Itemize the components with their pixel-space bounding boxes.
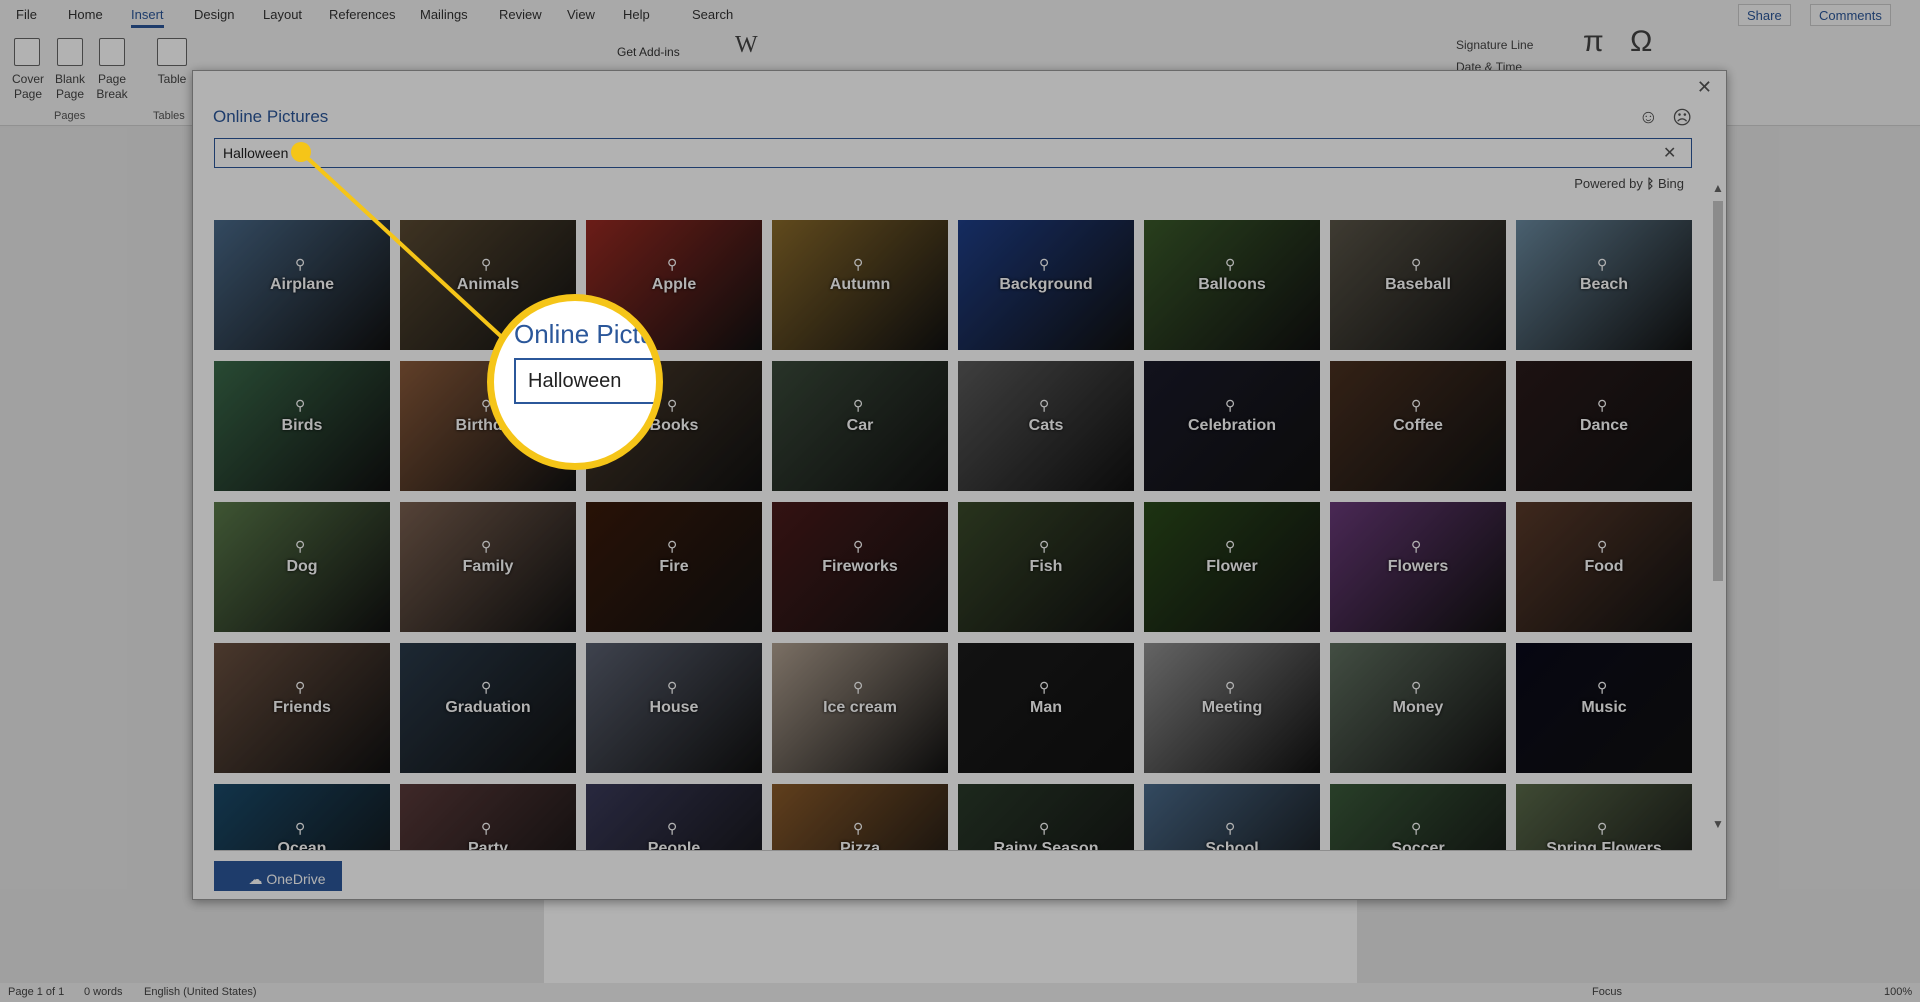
magnifier-callout: Online Pictu Halloween [487,294,663,470]
callout-title: Online Pictu [514,319,655,349]
callout-line [299,150,507,342]
callout-search-value: Halloween [514,358,656,404]
callout-dot [291,142,311,162]
callout-pointer [291,142,507,342]
